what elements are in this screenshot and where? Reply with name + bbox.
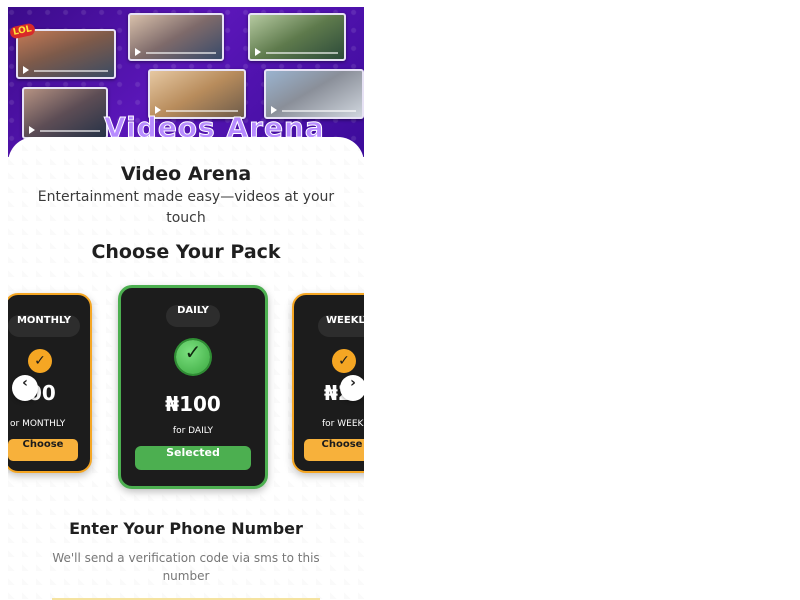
progress-bar: [34, 70, 108, 72]
carousel-next-button[interactable]: ›: [340, 375, 364, 401]
app-screen: LOL Videos Arena Video Arena Entertainme…: [8, 7, 364, 600]
choose-button-monthly[interactable]: Choose: [8, 439, 78, 461]
progress-bar: [40, 130, 100, 132]
pack-period-label: or MONTHLY: [10, 419, 66, 429]
selected-button-daily[interactable]: Selected: [135, 446, 251, 470]
pack-card-daily[interactable]: DAILY ✓ ₦100 for DAILY Selected: [118, 285, 268, 489]
hero-banner: LOL Videos Arena: [8, 7, 364, 157]
check-icon: ✓: [332, 349, 356, 373]
play-icon: [29, 126, 35, 134]
video-thumbnail[interactable]: [128, 13, 224, 61]
pack-name-badge: MONTHLY: [8, 315, 80, 337]
carousel-prev-button[interactable]: ‹: [12, 375, 38, 401]
pack-price: ₦100: [165, 392, 221, 416]
pack-name-badge: DAILY: [166, 305, 220, 327]
phone-number-subtitle: We'll send a verification code via sms t…: [52, 551, 320, 583]
choose-pack-heading: Choose Your Pack: [91, 241, 281, 263]
video-thumbnail[interactable]: [22, 87, 108, 139]
play-icon: [135, 48, 141, 56]
app-tagline: Entertainment made easy—videos at your t…: [37, 189, 335, 226]
chevron-left-icon: ‹: [22, 375, 28, 391]
play-icon: [255, 48, 261, 56]
check-circle-icon: ✓: [176, 340, 210, 374]
progress-bar: [146, 52, 216, 54]
app-title: Video Arena: [120, 163, 252, 185]
video-thumbnail[interactable]: [16, 29, 116, 79]
choose-button-weekly[interactable]: Choose: [304, 439, 364, 461]
pack-period-label: for WEEKLY: [322, 419, 364, 429]
pack-period-label: for DAILY: [172, 426, 214, 436]
phone-number-heading: Enter Your Phone Number: [69, 519, 303, 538]
video-thumbnail[interactable]: [248, 13, 346, 61]
play-icon: [23, 66, 29, 74]
pack-name-badge: WEEKLY: [318, 315, 364, 337]
chevron-right-icon: ›: [350, 375, 356, 391]
check-icon: ✓: [28, 349, 52, 373]
progress-bar: [266, 52, 338, 54]
